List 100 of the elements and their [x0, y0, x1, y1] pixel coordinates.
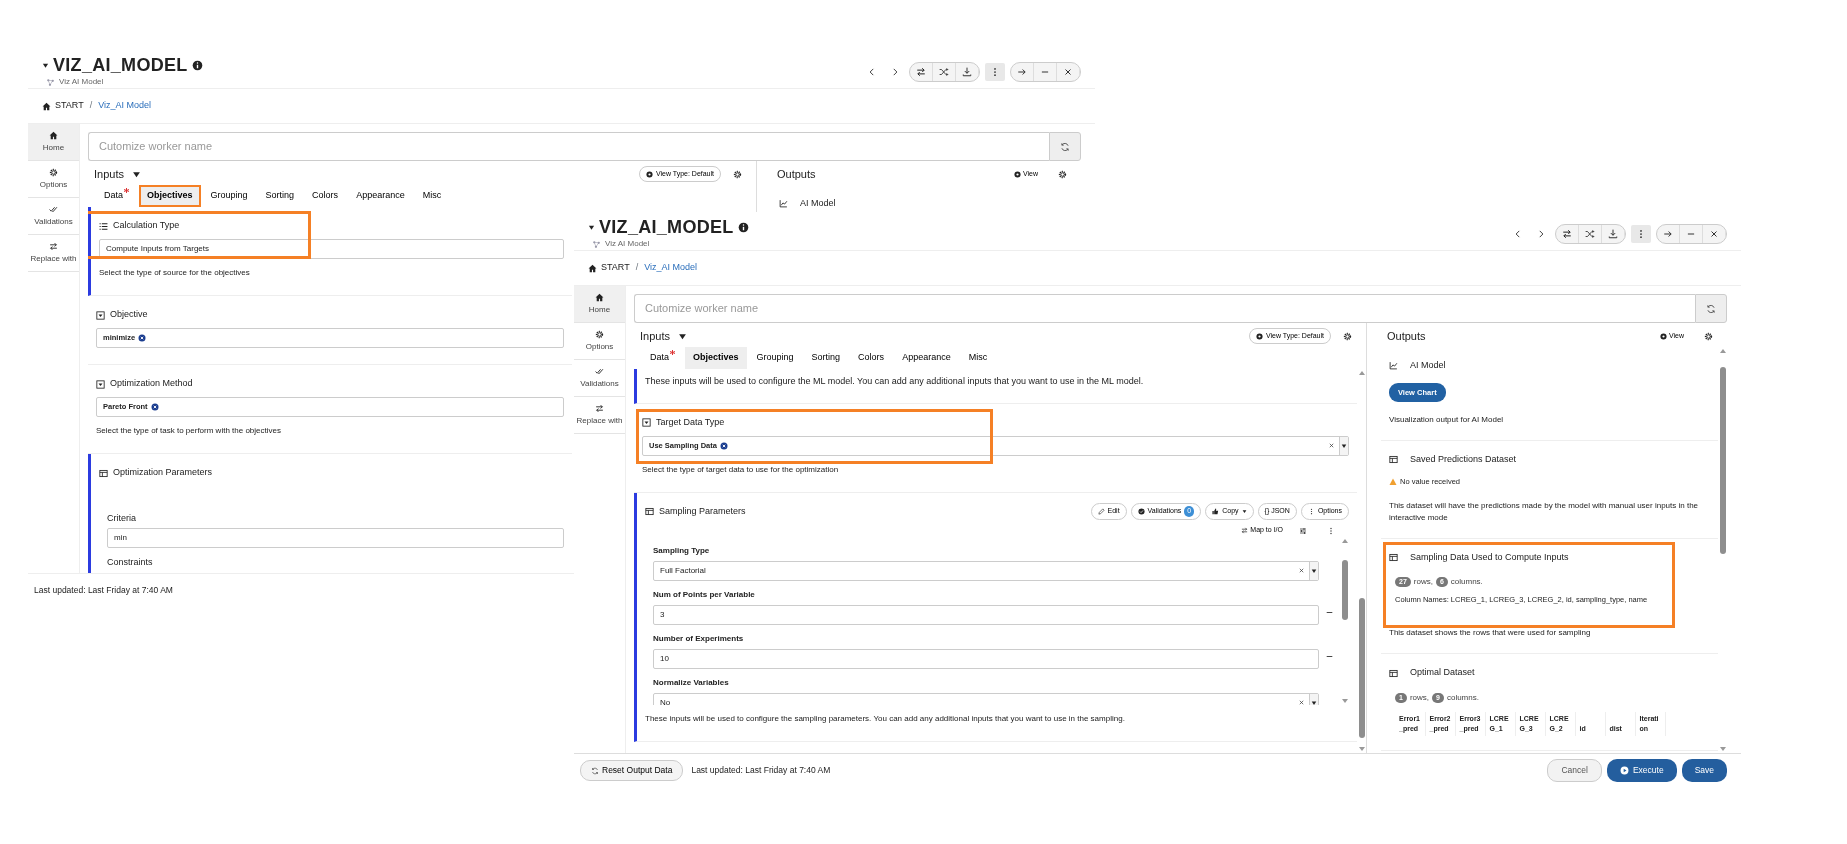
caret-square-icon — [642, 418, 651, 427]
last-updated-text: Last updated: Last Friday at 7:40 AM — [691, 764, 831, 777]
gear-icon — [595, 329, 604, 339]
refresh-icon — [1706, 303, 1716, 314]
tab[interactable]: Sorting — [257, 185, 303, 207]
select-field[interactable]: No — [653, 692, 1319, 705]
shuffle-icon — [1585, 229, 1595, 239]
worker-name-field[interactable]: Cutomize worker name — [88, 132, 1049, 161]
table-icon — [1389, 668, 1398, 678]
chart-icon — [1389, 361, 1398, 371]
field-label: Num of Points per Variable — [653, 588, 756, 601]
cancel-button[interactable]: Cancel — [1547, 759, 1602, 782]
refresh-icon — [591, 766, 599, 775]
tab[interactable]: Colors — [304, 185, 347, 207]
sidebar-item[interactable]: Home — [574, 286, 625, 323]
tab[interactable]: Misc — [960, 347, 996, 369]
reset-button[interactable]: Reset Output Data — [580, 760, 684, 781]
breadcrumb-link[interactable]: Viz_AI Model — [98, 99, 152, 113]
input-field[interactable]: min — [107, 528, 564, 548]
eye-icon — [1659, 332, 1667, 340]
output-title: Saved Predictions Dataset — [1410, 452, 1517, 466]
caret-icon — [131, 169, 141, 179]
caret-icon — [1311, 699, 1317, 705]
more-button[interactable] — [985, 63, 1005, 81]
eye-icon — [1255, 332, 1263, 340]
output-title: AI Model — [800, 197, 836, 210]
scrollbar[interactable] — [1357, 369, 1366, 753]
worker-name-field[interactable]: Cutomize worker name — [634, 294, 1695, 323]
panel-title: Outputs — [1387, 328, 1426, 344]
sidebar-item[interactable]: Validations — [574, 360, 625, 397]
chart-icon — [779, 199, 788, 209]
tab[interactable]: Appearance — [348, 185, 413, 207]
save-button[interactable]: Save — [1681, 759, 1727, 782]
sidebar-item[interactable]: Home — [28, 124, 79, 161]
tab[interactable]: Sorting — [803, 347, 849, 369]
tab[interactable]: Data — [642, 347, 683, 369]
helper-text: Select the type of target data to use for the optimization — [642, 463, 840, 476]
output-title: Sampling Data Used to Compute Inputs — [1410, 550, 1569, 564]
table-icon — [99, 468, 108, 478]
scrollbar[interactable] — [1718, 347, 1727, 753]
field-label: Criteria — [107, 512, 137, 524]
home-icon — [595, 292, 604, 302]
execute-button[interactable]: Execute — [1606, 759, 1677, 782]
tab[interactable]: Colors — [850, 347, 893, 369]
scroll-down-icon — [1718, 745, 1727, 753]
sidebar-item[interactable]: Options — [28, 161, 79, 198]
close-icon — [150, 403, 159, 411]
breadcrumb-home[interactable]: START — [42, 99, 84, 113]
sidebar-item[interactable]: Options — [574, 323, 625, 360]
sidebar-item[interactable]: Validations — [28, 198, 79, 235]
gear-icon — [733, 169, 742, 179]
number-field[interactable]: 10 — [653, 648, 1319, 669]
more-button[interactable] — [1631, 225, 1651, 243]
count-label: rows, — [1409, 691, 1430, 704]
close-icon — [1063, 67, 1073, 77]
tab[interactable]: Appearance — [894, 347, 959, 369]
home-icon — [49, 130, 58, 140]
gear-icon — [1058, 169, 1067, 179]
breadcrumb-separator: / — [635, 261, 639, 275]
sidebar-item[interactable]: Replace with — [574, 397, 625, 434]
nodes-icon — [46, 77, 55, 87]
tab[interactable]: Misc — [414, 185, 450, 207]
section-title: Target Data Type — [656, 415, 725, 429]
section-title: Sampling Parameters — [659, 504, 746, 518]
refresh-icon — [1060, 141, 1070, 152]
shuffle-icon — [939, 67, 949, 77]
swap-icon — [595, 403, 604, 413]
input-field[interactable]: Compute Inputs from Targets — [99, 239, 564, 259]
output-title: Optimal Dataset — [1410, 666, 1475, 680]
select-field[interactable]: Full Factorial — [653, 560, 1319, 581]
home-icon — [42, 101, 51, 111]
helper-text: These inputs will be used to configure the sampling parameters. You can add any additional inputs that you want to use in the sampling. — [645, 712, 1126, 725]
sidebar-item[interactable]: Replace with — [28, 235, 79, 272]
nodes-icon — [592, 239, 601, 249]
caret-icon — [1341, 442, 1347, 449]
tab[interactable]: Data — [96, 185, 137, 207]
last-updated-text: Last updated: Last Friday at 7:40 AM — [34, 584, 173, 597]
breadcrumb-home[interactable]: START — [588, 261, 630, 275]
field-label: Number of Experiments — [653, 632, 745, 645]
gear-icon — [49, 167, 58, 177]
info-icon — [191, 59, 203, 71]
tab[interactable]: Grouping — [202, 185, 256, 207]
section-title: Calculation Type — [113, 219, 180, 233]
section-title: Optimization Parameters — [113, 466, 213, 480]
count-label: rows, — [1413, 576, 1433, 588]
scroll-up-icon — [1718, 347, 1727, 355]
scroll-down-icon — [1357, 745, 1366, 753]
tab[interactable]: Objectives — [139, 185, 201, 207]
number-field[interactable]: 3 — [653, 604, 1319, 625]
breadcrumb-link[interactable]: Viz_AI Model — [644, 261, 698, 275]
field-label: Constraints — [107, 556, 154, 568]
tab[interactable]: Objectives — [685, 347, 747, 369]
tab[interactable]: Grouping — [748, 347, 802, 369]
table-icon — [645, 507, 654, 516]
home-icon — [588, 263, 597, 273]
caret-icon — [1311, 567, 1317, 574]
close-icon — [138, 334, 147, 342]
check-icon — [49, 204, 58, 214]
window-title: VIZ_AI_MODEL — [53, 54, 188, 76]
chevron-left-icon — [1513, 229, 1523, 239]
